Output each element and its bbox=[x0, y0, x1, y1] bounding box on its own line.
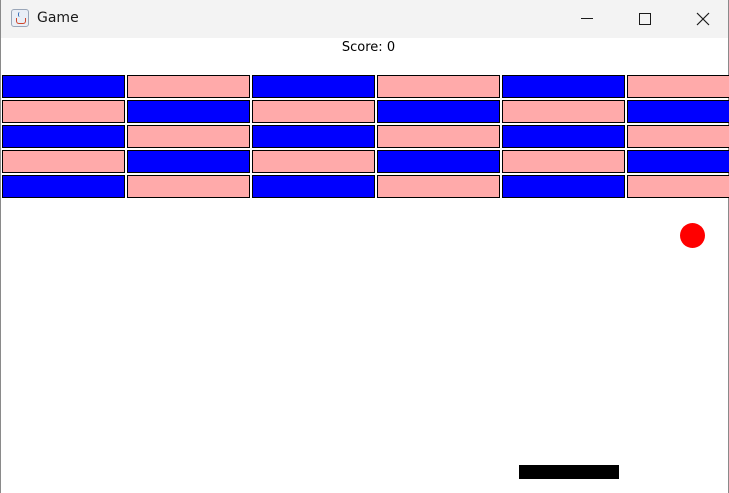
brick-blue bbox=[252, 75, 375, 98]
score-label: Score: 0 bbox=[341, 40, 396, 55]
brick-pink bbox=[502, 100, 625, 123]
brick-blue bbox=[627, 150, 729, 173]
brick-blue bbox=[377, 100, 500, 123]
brick-pink bbox=[377, 125, 500, 148]
brick-blue bbox=[502, 75, 625, 98]
brick-pink bbox=[377, 175, 500, 198]
close-icon[interactable] bbox=[674, 0, 729, 38]
brick-pink bbox=[2, 150, 125, 173]
brick-pink bbox=[627, 75, 729, 98]
brick-blue bbox=[127, 150, 250, 173]
window-title: Game bbox=[37, 10, 79, 26]
brick-pink bbox=[377, 75, 500, 98]
brick-blue bbox=[252, 175, 375, 198]
brick-blue bbox=[377, 150, 500, 173]
brick-blue bbox=[2, 125, 125, 148]
title-bar[interactable]: Game bbox=[1, 0, 728, 38]
brick-blue bbox=[627, 100, 729, 123]
brick-blue bbox=[252, 125, 375, 148]
brick-pink bbox=[127, 175, 250, 198]
brick-blue bbox=[502, 125, 625, 148]
brick-pink bbox=[2, 100, 125, 123]
brick-blue bbox=[2, 75, 125, 98]
brick-pink bbox=[127, 125, 250, 148]
brick-blue bbox=[127, 100, 250, 123]
brick-pink bbox=[127, 75, 250, 98]
brick-blue bbox=[502, 175, 625, 198]
brick-pink bbox=[627, 175, 729, 198]
maximize-icon[interactable] bbox=[616, 0, 674, 38]
java-cup-icon bbox=[11, 9, 29, 27]
brick-blue bbox=[2, 175, 125, 198]
brick-pink bbox=[627, 125, 729, 148]
game-window: Game Score: 0 bbox=[0, 0, 729, 493]
brick-pink bbox=[252, 150, 375, 173]
paddle[interactable] bbox=[519, 465, 619, 479]
minimize-icon[interactable] bbox=[558, 0, 616, 38]
brick-pink bbox=[502, 150, 625, 173]
game-canvas[interactable]: Score: 0 bbox=[1, 38, 729, 493]
brick-pink bbox=[252, 100, 375, 123]
ball bbox=[680, 223, 705, 248]
